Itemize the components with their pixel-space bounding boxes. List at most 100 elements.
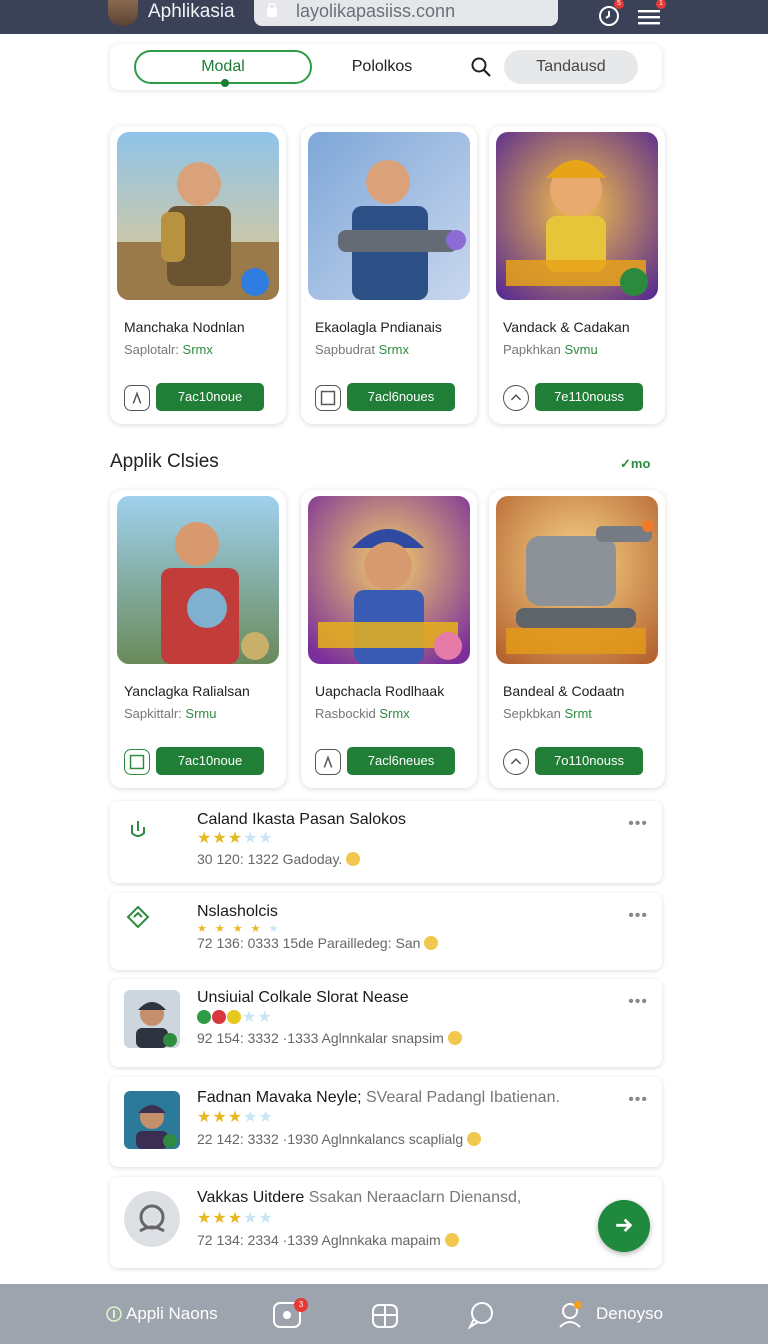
status-dot-yellow <box>227 1010 241 1024</box>
gauge-icon[interactable] <box>503 749 529 775</box>
gauge-icon[interactable] <box>503 385 529 411</box>
tap-icon[interactable] <box>124 385 150 411</box>
review-title: Nslasholcis <box>197 903 278 921</box>
reviewer-avatar <box>124 990 180 1048</box>
tab-tandausd[interactable]: Tandausd <box>504 50 638 84</box>
url-bar[interactable]: layolikapasiiss.conn <box>254 0 558 26</box>
review-row[interactable]: Vakkas Uitdere Ssakan Neraaclarn Dienans… <box>110 1177 662 1268</box>
game-thumbnail <box>496 132 658 300</box>
nav-store[interactable] <box>370 1284 400 1344</box>
app-card[interactable]: Vandack & Cadakan Papkhkan Svmu 7e110nou… <box>489 126 665 424</box>
install-button[interactable]: 7acl6neues <box>347 747 455 775</box>
nav-notifications[interactable]: 3 <box>272 1284 308 1344</box>
section-title: Applik Clsies <box>110 451 219 472</box>
more-icon[interactable]: ••• <box>628 1091 648 1109</box>
more-icon[interactable]: ••• <box>628 993 648 1011</box>
review-title-text: Unsiuial Colkale Slorat Nease <box>197 989 409 1006</box>
star-icon: ★ <box>227 1210 243 1227</box>
install-button[interactable]: 7acl6noues <box>347 383 455 411</box>
star-icon: ★ <box>258 830 273 847</box>
review-title: Fadnan Mavaka Neyle; SVearal Padangl Iba… <box>197 1089 560 1107</box>
nav-badge: 3 <box>294 1298 308 1312</box>
game-thumbnail <box>117 132 279 300</box>
star-icon: ★ <box>257 1009 272 1026</box>
thumb-icon <box>131 821 145 837</box>
star-icon: ★ <box>197 830 212 847</box>
bottom-nav: Appli Naons 3 Denoyso <box>0 1284 768 1344</box>
tab-modal-label: Modal <box>201 58 245 75</box>
app-title: Bandeal & Codaatn <box>503 683 625 699</box>
section-more-link[interactable]: ✓mo <box>620 456 650 472</box>
star-icon: ★ <box>212 830 227 847</box>
install-button[interactable]: 7ac10noue <box>156 747 264 775</box>
star-icon: ★ <box>242 1009 257 1026</box>
review-title-muted: SVearal Padangl Ibatienan. <box>365 1089 560 1106</box>
nav-profile-label: Denoyso <box>596 1304 664 1323</box>
game-thumbnail <box>308 132 470 300</box>
subtitle-prefix: Sapbudrat <box>315 342 379 357</box>
tap-icon[interactable] <box>315 749 341 775</box>
star-icon: ★ <box>243 1109 258 1126</box>
nav-profile[interactable]: Denoyso <box>556 1284 663 1344</box>
app-avatar[interactable] <box>108 0 138 26</box>
app-subtitle: Sapkittalr: Srmu <box>124 706 284 721</box>
emoji-icon <box>467 1132 482 1146</box>
tab-modal[interactable]: Modal <box>134 50 312 87</box>
app-title: Aphlikasia <box>148 1 235 22</box>
subtitle-prefix: Rasbockid <box>315 706 380 721</box>
tab-pololkos[interactable]: Pololkos <box>332 50 432 84</box>
nav-chat[interactable] <box>466 1284 496 1344</box>
more-icon[interactable]: ••• <box>628 907 648 925</box>
subtitle-tag: Srmt <box>564 706 592 721</box>
subtitle-prefix: Papkhkan <box>503 342 565 357</box>
app-card[interactable]: Ekaolagla Pndianais Sapbudrat Srmx 7acl6… <box>301 126 477 424</box>
next-fab[interactable] <box>598 1200 650 1252</box>
app-subtitle: Rasbockid Srmx <box>315 706 475 721</box>
subtitle-prefix: Sapkittalr: <box>124 706 186 721</box>
subtitle-tag: Srmu <box>185 706 217 721</box>
app-subtitle: Sepkbkan Srmt <box>503 706 663 721</box>
menu-badge: 1 <box>656 0 666 9</box>
review-row[interactable]: Fadnan Mavaka Neyle; SVearal Padangl Iba… <box>110 1077 662 1167</box>
nav-apps[interactable]: Appli Naons <box>106 1284 218 1344</box>
bag-icon <box>372 1304 398 1328</box>
star-rating: ★ ★ ★ ★ ★ <box>197 1211 273 1227</box>
star-rating: ★ ★ ★ ★ ★ <box>197 1110 273 1126</box>
diamond-icon <box>126 905 150 929</box>
star-icon: ★ <box>258 1210 273 1227</box>
review-title-text: Fadnan Mavaka Neyle; <box>197 1089 366 1106</box>
user-icon <box>124 1191 180 1247</box>
review-title-muted: Ssakan Neraaclarn Dienansd, <box>308 1189 522 1206</box>
search-icon[interactable] <box>470 56 492 78</box>
game-thumbnail <box>117 496 279 664</box>
more-icon[interactable]: ••• <box>628 815 648 833</box>
app-title: Manchaka Nodnlan <box>124 319 245 335</box>
square-icon[interactable] <box>124 749 150 775</box>
emoji-icon <box>424 936 439 950</box>
review-row[interactable]: Unsiuial Colkale Slorat Nease ★ ★ 92 154:… <box>110 979 662 1067</box>
install-button[interactable]: 7o110nouss <box>535 747 643 775</box>
app-card[interactable]: Manchaka Nodnlan Saplotalr: Srmx 7ac10no… <box>110 126 286 424</box>
app-title: Uapchacla Rodlhaak <box>315 683 445 699</box>
app-card[interactable]: Yanclagka Ralialsan Sapkittalr: Srmu 7ac… <box>110 490 286 788</box>
install-button[interactable]: 7e110nouss <box>535 383 643 411</box>
review-row[interactable]: Nslasholcis ★ ★ ★ ★ ★ 72 136: 0333 15de Para… <box>110 893 662 970</box>
subtitle-prefix: Sepkbkan <box>503 706 565 721</box>
subtitle-tag: Srmx <box>182 342 213 357</box>
app-card[interactable]: Uapchacla Rodlhaak Rasbockid Srmx 7acl6n… <box>301 490 477 788</box>
star-icon: ★ <box>197 1210 212 1227</box>
install-button[interactable]: 7ac10noue <box>156 383 264 411</box>
top-bar: Aphlikasia layolikapasiiss.conn 5 1 <box>0 0 768 34</box>
review-meta: 30 120: 1322 Gadoday. <box>197 851 361 867</box>
emoji-icon <box>444 1233 459 1247</box>
info-icon <box>106 1306 122 1322</box>
game-thumbnail <box>496 496 658 664</box>
nav-apps-label: Appli Naons <box>126 1304 218 1323</box>
app-title: Yanclagka Ralialsan <box>124 683 250 699</box>
review-meta-text: 92 154: 3332 ·1333 Aglnnkalar snapsim <box>197 1030 444 1046</box>
review-row[interactable]: Caland Ikasta Pasan Salokos ★ ★ ★ ★ ★ 30 120… <box>110 801 662 883</box>
app-card[interactable]: Bandeal & Codaatn Sepkbkan Srmt 7o110nou… <box>489 490 665 788</box>
chat-icon <box>467 1302 493 1329</box>
app-subtitle: Saplotalr: Srmx <box>124 342 284 357</box>
square-icon[interactable] <box>315 385 341 411</box>
